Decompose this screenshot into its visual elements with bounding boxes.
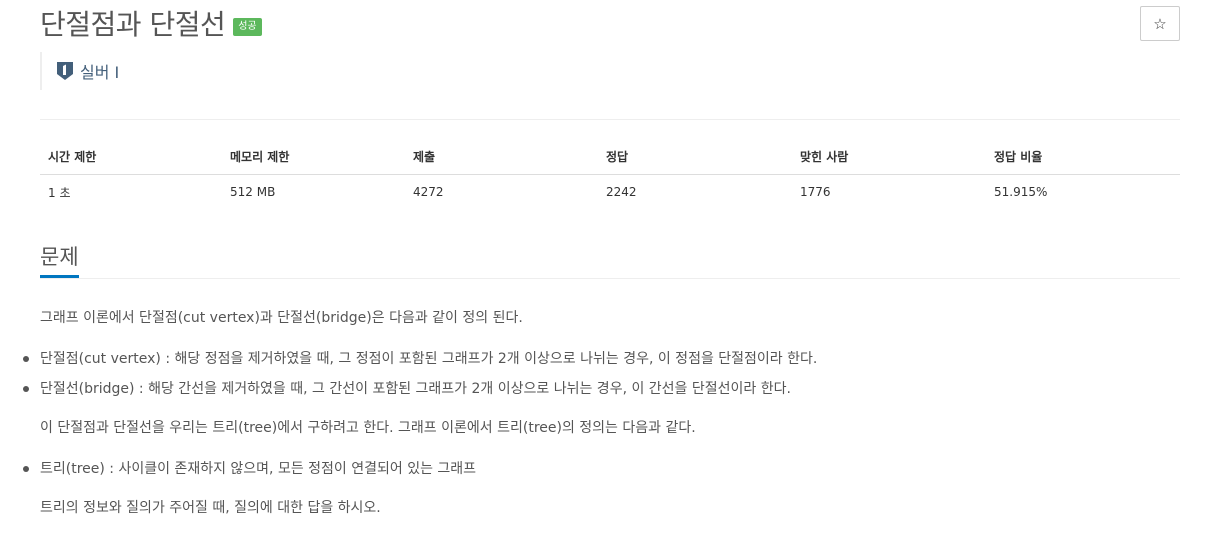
solved-users-value: 1776: [800, 185, 831, 200]
intro-paragraph: 그래프 이론에서 단절점(cut vertex)과 단절선(bridge)은 다…: [40, 310, 523, 326]
memory-limit-value: 512 MB: [230, 185, 276, 200]
header-time-limit: 시간 제한: [40, 140, 222, 175]
header-accepted: 정답: [598, 140, 792, 175]
accepted-value: 2242: [606, 185, 637, 200]
table-header-row: 시간 제한 메모리 제한 제출 정답 맞힌 사람 정답 비율: [40, 140, 1180, 175]
tier-box: 실버 I: [40, 52, 119, 90]
list-item: 트리(tree) : 사이클이 존재하지 않으며, 모든 정점이 연결되어 있는…: [23, 454, 1180, 484]
star-icon: ☆: [1153, 14, 1167, 33]
header-submissions: 제출: [405, 140, 598, 175]
silver-tier-icon: [56, 61, 74, 81]
accept-ratio-value: 51.915%: [994, 185, 1048, 200]
page-title: 단절점과 단절선: [40, 8, 226, 41]
header-solved-users: 맞힌 사람: [792, 140, 986, 175]
header-memory-limit: 메모리 제한: [222, 140, 405, 175]
submissions-value: 4272: [413, 185, 444, 200]
task-paragraph: 트리의 정보와 질의가 주어질 때, 질의에 대한 답을 하시오.: [40, 500, 381, 516]
star-button[interactable]: ☆: [1140, 6, 1180, 41]
problem-description: 그래프 이론에서 단절점(cut vertex)과 단절선(bridge)은 다…: [23, 304, 1180, 522]
section-title: 문제: [40, 240, 79, 278]
status-badge: 성공: [233, 18, 262, 36]
tier-label[interactable]: 실버 I: [80, 59, 119, 83]
section-header: 문제: [40, 240, 1180, 279]
title-row: 단절점과 단절선 성공: [40, 6, 262, 44]
problem-info-table: 시간 제한 메모리 제한 제출 정답 맞힌 사람 정답 비율 1 초 512 M…: [40, 140, 1180, 210]
table-row: 1 초 512 MB 4272 2242 1776 51.915%: [40, 174, 1180, 210]
list-item: 단절점(cut vertex) : 해당 정점을 제거하였을 때, 그 정점이 …: [23, 344, 1180, 374]
problem-page: 단절점과 단절선 성공 ☆ 실버 I 시간 제한 메모리 제한 제출 정답 맞힌…: [0, 0, 1218, 535]
time-limit-value: 1 초: [48, 185, 71, 200]
divider: [40, 119, 1180, 120]
list-item: 단절선(bridge) : 해당 간선을 제거하였을 때, 그 간선이 포함된 …: [23, 374, 1180, 404]
header-accept-ratio: 정답 비율: [986, 140, 1180, 175]
tree-intro-paragraph: 이 단절점과 단절선을 우리는 트리(tree)에서 구하려고 한다. 그래프 …: [40, 420, 696, 436]
